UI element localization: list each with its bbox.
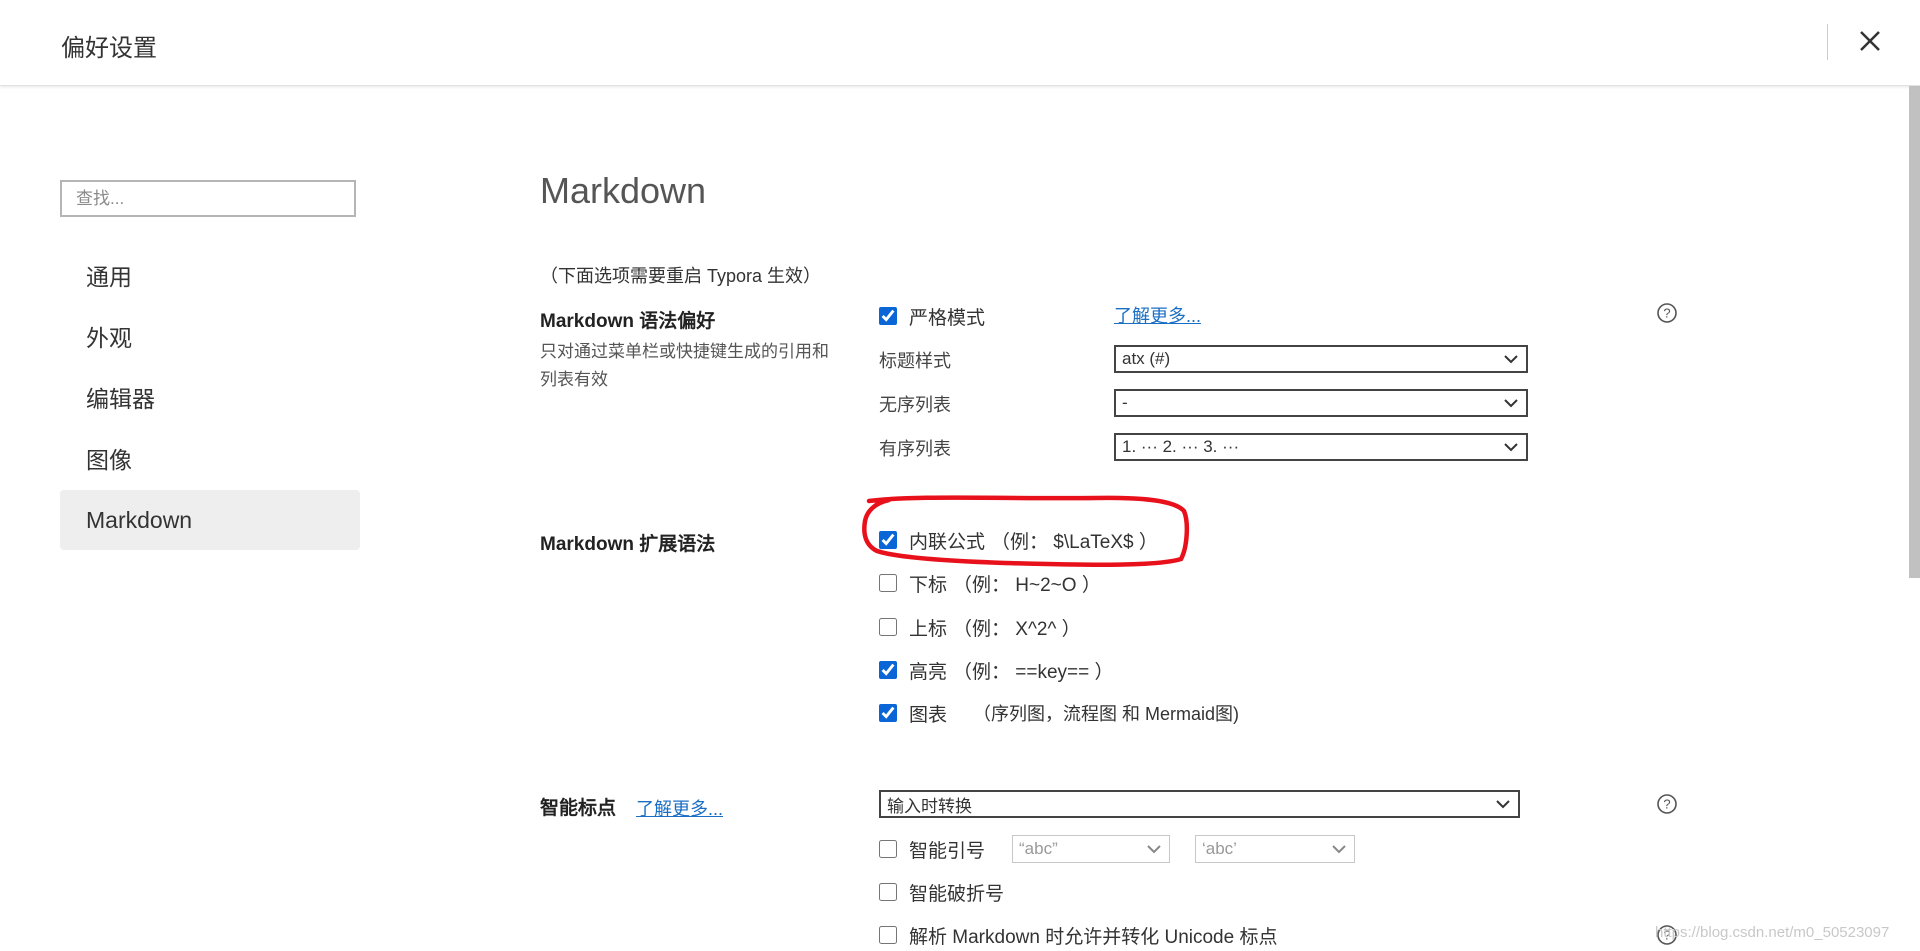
smart-punct-help-button[interactable]: ?	[1656, 793, 1678, 815]
chevron-down-icon	[1504, 355, 1518, 364]
smart-quotes-checkbox[interactable]	[879, 840, 897, 858]
diagrams-checkbox[interactable]	[879, 704, 897, 722]
sidebar-item-image[interactable]: 图像	[60, 430, 360, 490]
unordered-list-select[interactable]: -	[1114, 389, 1528, 417]
smart-punct-label: 智能标点	[540, 798, 617, 819]
smart-quotes-option[interactable]: 智能引号	[879, 836, 985, 863]
smart-dash-checkbox[interactable]	[879, 883, 897, 901]
smart-quotes-label: 智能引号	[909, 840, 986, 862]
restart-note: （下面选项需要重启 Typora 生效）	[540, 266, 822, 286]
svg-text:?: ?	[1663, 306, 1670, 321]
strict-mode-checkbox[interactable]	[879, 307, 897, 325]
page-title: Markdown	[540, 170, 707, 211]
ext-option-superscript: 上标 （例： X^2^ ）	[879, 614, 1081, 640]
strict-mode-learn-more-link[interactable]: 了解更多...	[1114, 302, 1201, 328]
heading-style-select[interactable]: atx (#)	[1114, 345, 1528, 373]
subscript-checkbox[interactable]	[879, 574, 897, 592]
chevron-down-icon	[1496, 800, 1510, 809]
superscript-label: 上标	[909, 618, 948, 640]
subscript-option[interactable]: 下标 （例： H~2~O ）	[879, 570, 1101, 597]
sidebar-item-appearance[interactable]: 外观	[60, 308, 360, 368]
heading-style-value: atx (#)	[1122, 349, 1171, 368]
highlight-checkbox[interactable]	[879, 661, 897, 679]
subscript-example: （例： H~2~O ）	[953, 574, 1101, 596]
unicode-punct-label: 解析 Markdown 时允许并转化 Unicode 标点	[909, 926, 1278, 948]
ext-option-diagrams: 图表 （序列图，流程图 和 Mermaid图)	[879, 700, 1239, 726]
syntax-help-button[interactable]: ?	[1656, 302, 1678, 324]
red-circle-annotation	[862, 495, 1190, 568]
smart-dash-row: 智能破折号	[879, 879, 1004, 905]
diagrams-note: （序列图，流程图 和 Mermaid图)	[973, 704, 1240, 724]
ordered-list-label: 有序列表	[879, 439, 951, 459]
chevron-down-icon	[1504, 399, 1518, 408]
heading-style-label: 标题样式	[879, 351, 951, 371]
help-circle-icon: ?	[1657, 794, 1677, 814]
double-quote-style-select[interactable]: “abc”	[1012, 835, 1170, 863]
highlight-example: （例： ==key== ）	[953, 661, 1114, 683]
subscript-label: 下标	[909, 574, 948, 596]
superscript-example: （例： X^2^ ）	[953, 618, 1081, 640]
strict-mode-option[interactable]: 严格模式	[879, 303, 985, 330]
highlight-option[interactable]: 高亮 （例： ==key== ）	[879, 657, 1114, 684]
single-quote-style-value: ‘abc’	[1202, 839, 1237, 858]
smart-punct-mode-select[interactable]: 输入时转换	[879, 790, 1520, 818]
superscript-option[interactable]: 上标 （例： X^2^ ）	[879, 614, 1081, 641]
extended-syntax-label: Markdown 扩展语法	[540, 534, 716, 555]
ordered-list-value: 1. ··· 2. ··· 3. ···	[1122, 437, 1240, 456]
strict-mode-row: 严格模式	[879, 303, 985, 329]
help-circle-icon: ?	[1657, 303, 1677, 323]
ext-option-subscript: 下标 （例： H~2~O ）	[879, 570, 1101, 596]
ordered-list-select[interactable]: 1. ··· 2. ··· 3. ···	[1114, 433, 1528, 461]
watermark-text: https://blog.csdn.net/m0_50523097	[1655, 924, 1890, 941]
chevron-down-icon	[1504, 443, 1518, 452]
title-bar: 偏好设置	[0, 0, 1920, 86]
sidebar-item-editor[interactable]: 编辑器	[60, 369, 360, 429]
single-quote-style-select[interactable]: ‘abc’	[1195, 835, 1355, 863]
highlight-label: 高亮	[909, 661, 948, 683]
strict-mode-label: 严格模式	[909, 307, 986, 329]
ext-option-highlight: 高亮 （例： ==key== ）	[879, 657, 1114, 683]
unordered-list-label: 无序列表	[879, 395, 951, 415]
superscript-checkbox[interactable]	[879, 618, 897, 636]
svg-text:?: ?	[1663, 797, 1670, 812]
unicode-punct-checkbox[interactable]	[879, 926, 897, 944]
chevron-down-icon	[1332, 845, 1346, 854]
smart-punct-learn-more-link[interactable]: 了解更多...	[636, 795, 723, 821]
smart-quotes-row: 智能引号	[879, 836, 985, 862]
close-button[interactable]	[1855, 26, 1885, 56]
window-title: 偏好设置	[61, 35, 157, 62]
search-input[interactable]	[60, 180, 356, 217]
smart-dash-option[interactable]: 智能破折号	[879, 879, 1004, 906]
syntax-pref-description: 只对通过菜单栏或快捷键生成的引用和列表有效	[540, 342, 829, 389]
header-divider	[1827, 24, 1828, 60]
scrollbar-thumb[interactable]	[1909, 86, 1920, 578]
diagrams-label: 图表	[909, 704, 948, 726]
diagrams-option[interactable]: 图表 （序列图，流程图 和 Mermaid图)	[879, 700, 1239, 727]
double-quote-style-value: “abc”	[1019, 839, 1058, 858]
syntax-pref-label: Markdown 语法偏好	[540, 311, 716, 332]
unicode-punct-row: 解析 Markdown 时允许并转化 Unicode 标点	[879, 922, 1277, 948]
sidebar-item-general[interactable]: 通用	[60, 247, 360, 307]
sidebar-item-markdown[interactable]: Markdown	[60, 490, 360, 550]
chevron-down-icon	[1147, 845, 1161, 854]
smart-punct-mode-value: 输入时转换	[887, 796, 972, 816]
close-icon	[1860, 31, 1880, 51]
unordered-list-value: -	[1122, 393, 1128, 412]
unicode-punct-option[interactable]: 解析 Markdown 时允许并转化 Unicode 标点	[879, 922, 1277, 949]
smart-dash-label: 智能破折号	[909, 883, 1005, 905]
